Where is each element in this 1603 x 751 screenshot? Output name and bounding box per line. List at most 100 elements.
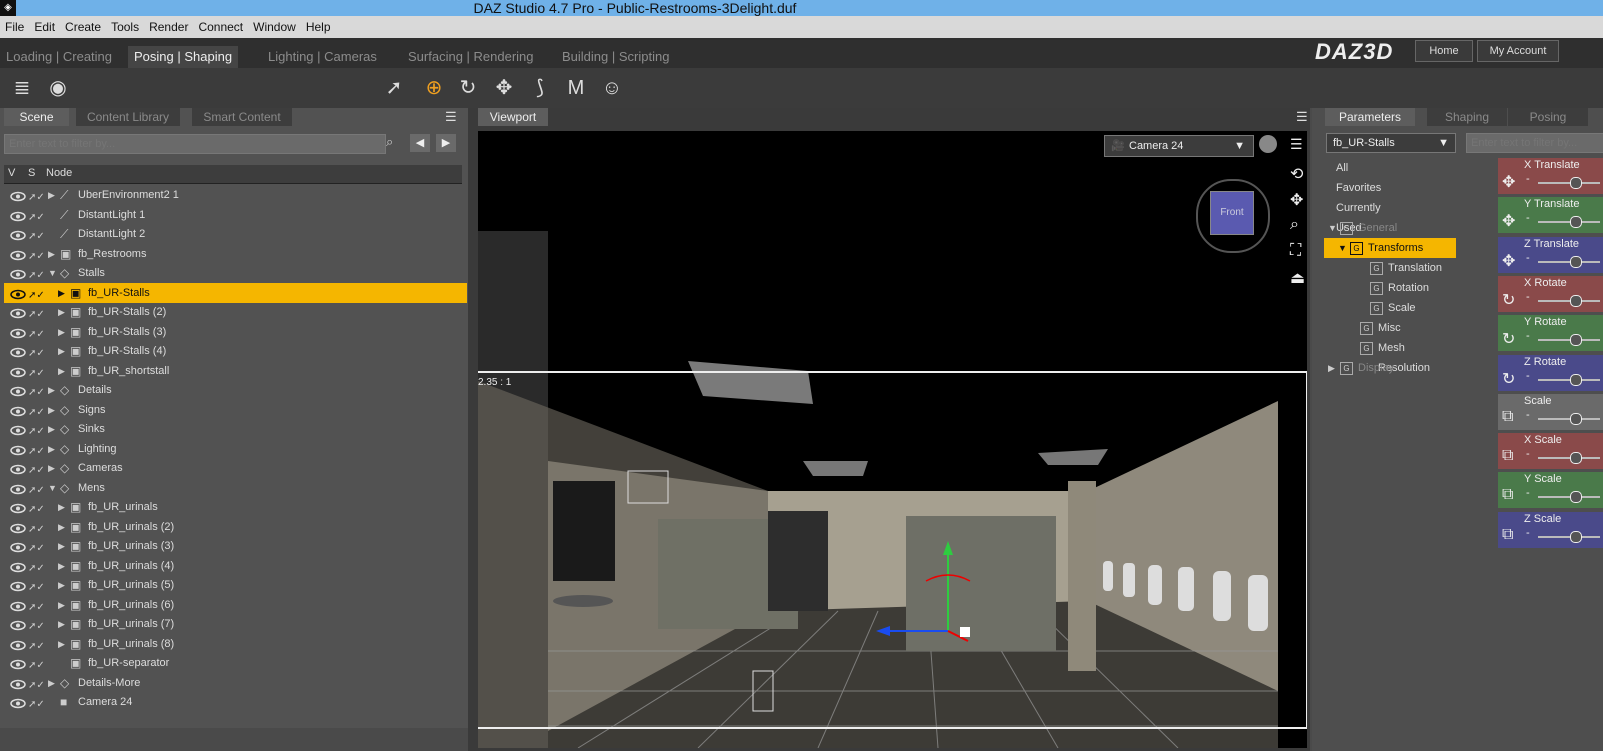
col-selectable[interactable]: S bbox=[28, 167, 35, 179]
param-tree-item[interactable]: Translation bbox=[1388, 258, 1442, 278]
group-item[interactable]: Favorites bbox=[1336, 178, 1381, 198]
reset-view-icon[interactable]: ⏏ bbox=[1290, 268, 1305, 288]
scene-filter-input[interactable] bbox=[4, 134, 386, 154]
slider-knob[interactable] bbox=[1570, 373, 1582, 386]
param-tree-item[interactable]: Rotation bbox=[1388, 278, 1429, 298]
selectable-icon[interactable]: ➚✓ bbox=[28, 266, 45, 281]
selectable-icon[interactable]: ➚✓ bbox=[28, 500, 45, 515]
param-slider[interactable]: Y Rotate ↻ - bbox=[1498, 315, 1603, 352]
param-tree-item[interactable]: Transforms bbox=[1368, 238, 1423, 258]
menu-file[interactable]: File bbox=[0, 16, 29, 38]
scene-node-row[interactable]: ➚✓ ⟋ DistantLight 1 bbox=[4, 205, 467, 225]
scene-node-row[interactable]: ➚✓ ▶ ◇ Lighting bbox=[4, 439, 467, 459]
scene-node-row[interactable]: ➚✓ ▶ ▣ fb_UR_shortstall bbox=[4, 361, 467, 381]
menu-create[interactable]: Create bbox=[60, 16, 106, 38]
selectable-icon[interactable]: ➚✓ bbox=[28, 598, 45, 613]
slider-knob[interactable] bbox=[1570, 412, 1582, 425]
scene-node-row[interactable]: ➚✓ ▶ ◇ Signs bbox=[4, 400, 467, 420]
orbit-icon[interactable]: ⟲ bbox=[1290, 164, 1303, 184]
scene-node-row[interactable]: ➚✓ ⟋ DistantLight 2 bbox=[4, 224, 467, 244]
node-weight-icon[interactable]: M bbox=[562, 74, 590, 102]
param-slider[interactable]: Z Rotate ↻ - bbox=[1498, 354, 1603, 391]
slider-minus[interactable]: - bbox=[1526, 212, 1530, 224]
tab-posing[interactable]: Posing bbox=[1508, 108, 1588, 126]
tree-arrow-icon[interactable]: ▼ bbox=[1338, 238, 1347, 258]
param-slider[interactable]: Y Scale ⧉ - bbox=[1498, 472, 1603, 509]
visibility-eye-icon[interactable] bbox=[10, 365, 26, 377]
scene-node-row[interactable]: ➚✓ ▶ ▣ fb_UR-Stalls (3) bbox=[4, 322, 467, 342]
my-account-button[interactable]: My Account bbox=[1477, 40, 1559, 62]
visibility-eye-icon[interactable] bbox=[10, 423, 26, 436]
selectable-icon[interactable]: ➚✓ bbox=[28, 442, 45, 457]
visibility-eye-icon[interactable] bbox=[10, 521, 26, 533]
expand-arrow-icon[interactable]: ▶ bbox=[58, 614, 65, 634]
expand-arrow-icon[interactable]: ▶ bbox=[58, 595, 65, 615]
selectable-icon[interactable]: ➚✓ bbox=[28, 403, 45, 418]
selectable-icon[interactable]: ➚✓ bbox=[28, 286, 45, 301]
slider-track[interactable] bbox=[1538, 221, 1600, 224]
visibility-eye-icon[interactable] bbox=[10, 618, 26, 631]
expand-arrow-icon[interactable]: ▶ bbox=[58, 341, 65, 361]
visibility-eye-icon[interactable] bbox=[10, 326, 26, 338]
expand-arrow-icon[interactable]: ▶ bbox=[58, 517, 65, 537]
param-slider[interactable]: Scale ⧉ - bbox=[1498, 393, 1603, 430]
param-slider[interactable]: X Scale ⧉ - bbox=[1498, 433, 1603, 470]
visibility-eye-icon[interactable] bbox=[10, 345, 26, 358]
menu-render[interactable]: Render bbox=[144, 16, 193, 38]
slider-track[interactable] bbox=[1538, 496, 1600, 499]
joint-editor-icon[interactable]: ⟆ bbox=[526, 74, 554, 102]
visibility-eye-icon[interactable] bbox=[10, 677, 26, 689]
expand-arrow-icon[interactable]: ▶ bbox=[48, 380, 55, 400]
visibility-eye-icon[interactable] bbox=[10, 287, 26, 299]
slider-knob[interactable] bbox=[1570, 530, 1582, 543]
scene-node-row[interactable]: ➚✓ ▣ fb_UR-separator bbox=[4, 653, 467, 673]
tab-parameters[interactable]: Parameters bbox=[1325, 108, 1415, 126]
visibility-eye-icon[interactable] bbox=[10, 248, 26, 260]
scene-node-row[interactable]: ➚✓ ▶ ▣ fb_UR-Stalls (4) bbox=[4, 341, 467, 361]
universal-tool-icon[interactable]: ⊕ bbox=[420, 74, 448, 102]
visibility-eye-icon[interactable] bbox=[10, 638, 26, 650]
visibility-eye-icon[interactable] bbox=[10, 228, 26, 241]
slider-track[interactable] bbox=[1538, 417, 1600, 420]
expand-arrow-icon[interactable]: ▶ bbox=[48, 400, 55, 420]
expand-arrow-icon[interactable]: ▶ bbox=[48, 185, 55, 205]
tab-posing-shaping[interactable]: Posing | Shaping bbox=[128, 46, 239, 68]
slider-knob[interactable] bbox=[1570, 255, 1582, 268]
camera-dropdown[interactable]: 🎥 Camera 24 ▼ bbox=[1104, 135, 1254, 157]
slider-track[interactable] bbox=[1538, 299, 1600, 302]
scene-node-row[interactable]: ➚✓ ▶ ▣ fb_UR_urinals (8) bbox=[4, 634, 467, 654]
scene-node-row[interactable]: ➚✓ ▶ ▣ fb_UR_urinals bbox=[4, 497, 467, 517]
slider-track[interactable] bbox=[1538, 182, 1600, 184]
view-cube[interactable]: Front bbox=[1210, 191, 1254, 235]
node-selector-dropdown[interactable]: fb_UR-Stalls ▼ bbox=[1326, 133, 1456, 153]
slider-track[interactable] bbox=[1538, 457, 1600, 460]
render-icon[interactable]: ◉ bbox=[44, 74, 72, 102]
frame-icon[interactable]: ⛶ bbox=[1290, 242, 1301, 260]
tab-viewport[interactable]: Viewport bbox=[478, 108, 548, 126]
slider-knob[interactable] bbox=[1570, 294, 1582, 307]
param-slider[interactable]: Y Translate ✥ - bbox=[1498, 197, 1603, 234]
selectable-icon[interactable]: ➚✓ bbox=[28, 539, 45, 554]
slider-knob[interactable] bbox=[1570, 216, 1582, 229]
menu-connect[interactable]: Connect bbox=[193, 16, 248, 38]
visibility-eye-icon[interactable] bbox=[10, 404, 26, 416]
slider-minus[interactable]: - bbox=[1526, 252, 1530, 264]
slider-track[interactable] bbox=[1538, 339, 1600, 342]
selectable-icon[interactable]: ➚✓ bbox=[28, 305, 45, 320]
viewport[interactable]: 2.35 : 1 🎥 Camera 24 ▼ Front bbox=[478, 131, 1307, 748]
param-tree-item[interactable]: Display bbox=[1358, 358, 1394, 378]
tab-lighting-cameras[interactable]: Lighting | Cameras bbox=[262, 46, 383, 68]
search-icon[interactable]: ⌕ bbox=[386, 134, 402, 152]
expand-arrow-icon[interactable]: ▶ bbox=[48, 439, 55, 459]
params-filter-input[interactable] bbox=[1466, 133, 1603, 153]
scene-node-row[interactable]: ➚✓ ▼ ◇ Mens bbox=[4, 478, 467, 498]
selectable-icon[interactable]: ➚✓ bbox=[28, 695, 45, 710]
scene-node-row[interactable]: ➚✓ ▶ ▣ fb_UR_urinals (7) bbox=[4, 614, 467, 634]
expand-arrow-icon[interactable]: ▶ bbox=[58, 536, 65, 556]
menu-help[interactable]: Help bbox=[301, 16, 336, 38]
group-item[interactable]: Currently Used bbox=[1336, 198, 1381, 234]
slider-minus[interactable]: - bbox=[1526, 330, 1530, 342]
zoom-icon[interactable]: ⌕ bbox=[1290, 216, 1299, 234]
param-tree-item[interactable]: General bbox=[1358, 218, 1397, 238]
slider-track[interactable] bbox=[1538, 378, 1600, 381]
